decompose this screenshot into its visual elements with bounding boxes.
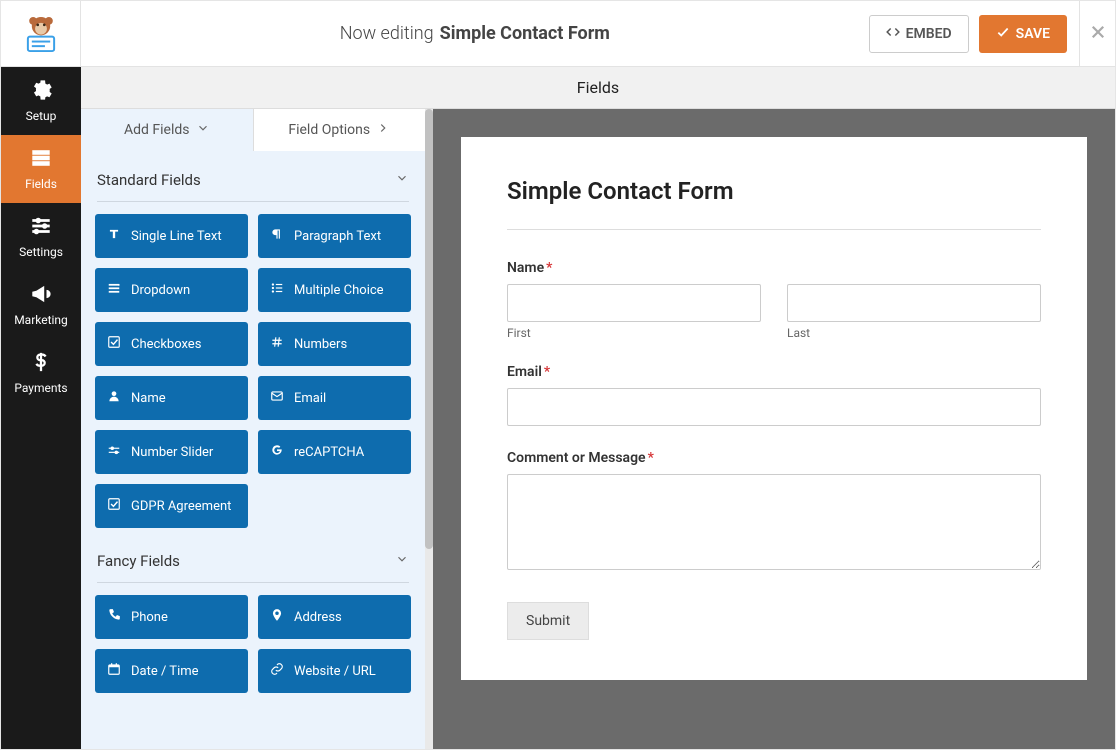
user-icon [107, 389, 121, 407]
tab-label: Add Fields [124, 122, 190, 138]
check-icon [107, 497, 121, 515]
megaphone-icon [30, 283, 52, 308]
field-button-label: Date / Time [131, 664, 199, 679]
chevron-right-icon [376, 121, 390, 139]
field-button-numbers[interactable]: Numbers [258, 322, 411, 366]
embed-button-label: EMBED [906, 26, 952, 42]
field-button-name[interactable]: Name [95, 376, 248, 420]
comment-label: Comment or Message* [507, 450, 1041, 466]
code-icon [886, 25, 900, 43]
paragraph-icon [270, 227, 284, 245]
form-title: Simple Contact Form [507, 177, 1041, 205]
field-button-date-time[interactable]: Date / Time [95, 649, 248, 693]
field-button-label: Dropdown [131, 283, 190, 298]
field-button-label: Number Slider [131, 445, 213, 460]
field-button-label: Phone [131, 610, 168, 625]
group-title: Fancy Fields [97, 552, 180, 570]
check-icon [107, 335, 121, 353]
field-button-label: Numbers [294, 337, 347, 352]
group-header-standard-fields[interactable]: Standard Fields [95, 151, 411, 201]
close-icon [1089, 23, 1107, 45]
dollar-icon [30, 351, 52, 376]
field-button-single-line-text[interactable]: Single Line Text [95, 214, 248, 258]
field-button-label: Website / URL [294, 664, 376, 679]
field-button-label: Name [131, 391, 166, 406]
field-button-label: Multiple Choice [294, 283, 384, 298]
chevron-down-icon [395, 171, 409, 189]
sidebar-item-label: Setup [26, 109, 57, 123]
field-button-checkboxes[interactable]: Checkboxes [95, 322, 248, 366]
tab-add-fields[interactable]: Add Fields [81, 109, 254, 151]
sidebar-item-payments[interactable]: Payments [1, 339, 81, 407]
field-button-number-slider[interactable]: Number Slider [95, 430, 248, 474]
sidebar-item-settings[interactable]: Settings [1, 203, 81, 271]
sidebar-item-label: Payments [14, 381, 67, 395]
field-button-recaptcha[interactable]: reCAPTCHA [258, 430, 411, 474]
sidebar-item-setup[interactable]: Setup [1, 67, 81, 135]
last-name-input[interactable] [787, 284, 1041, 322]
name-label: Name* [507, 260, 1041, 276]
email-input[interactable] [507, 388, 1041, 426]
text-icon [107, 227, 121, 245]
embed-button[interactable]: EMBED [869, 15, 969, 53]
panel-scrollbar[interactable] [425, 109, 433, 749]
now-editing-label: Now editing [340, 23, 434, 44]
sidebar-item-fields[interactable]: Fields [1, 135, 81, 203]
field-button-website-url[interactable]: Website / URL [258, 649, 411, 693]
page-title: Now editing Simple Contact Form [81, 23, 869, 44]
pin-icon [270, 608, 284, 626]
mail-icon [270, 389, 284, 407]
sidebar-item-label: Settings [19, 245, 63, 259]
gear-icon [30, 79, 52, 104]
google-icon [270, 443, 284, 461]
save-button-label: SAVE [1016, 26, 1050, 42]
tab-field-options[interactable]: Field Options [254, 109, 426, 151]
group-title: Standard Fields [97, 171, 201, 189]
list-icon [270, 281, 284, 299]
field-button-paragraph-text[interactable]: Paragraph Text [258, 214, 411, 258]
chevron-down-icon [196, 121, 210, 139]
sidebar-item-label: Marketing [14, 313, 68, 327]
field-button-label: GDPR Agreement [131, 499, 231, 514]
sliders-icon [30, 215, 52, 240]
calendar-icon [107, 662, 121, 680]
field-button-address[interactable]: Address [258, 595, 411, 639]
sidebar-item-marketing[interactable]: Marketing [1, 271, 81, 339]
form-name-label: Simple Contact Form [440, 23, 610, 44]
sidebar-item-label: Fields [25, 177, 57, 191]
submit-button[interactable]: Submit [507, 602, 589, 640]
field-button-label: Email [294, 391, 326, 406]
comment-textarea[interactable] [507, 474, 1041, 570]
chevron-down-icon [395, 552, 409, 570]
form-icon [30, 147, 52, 172]
first-name-sublabel: First [507, 326, 761, 340]
first-name-input[interactable] [507, 284, 761, 322]
group-header-fancy-fields[interactable]: Fancy Fields [95, 532, 411, 582]
field-button-dropdown[interactable]: Dropdown [95, 268, 248, 312]
check-icon [996, 25, 1010, 43]
field-button-label: Checkboxes [131, 337, 201, 352]
field-button-label: Paragraph Text [294, 229, 381, 244]
last-name-sublabel: Last [787, 326, 1041, 340]
link-icon [270, 662, 284, 680]
hash-icon [270, 335, 284, 353]
field-button-multiple-choice[interactable]: Multiple Choice [258, 268, 411, 312]
field-button-label: Single Line Text [131, 229, 222, 244]
tab-label: Field Options [288, 122, 370, 138]
close-button[interactable] [1079, 1, 1115, 67]
dropdown-icon [107, 281, 121, 299]
logo [1, 1, 81, 67]
field-button-gdpr-agreement[interactable]: GDPR Agreement [95, 484, 248, 528]
field-button-label: Address [294, 610, 342, 625]
form-preview: Simple Contact Form Name* First [461, 137, 1087, 680]
content-title: Fields [81, 67, 1115, 109]
save-button[interactable]: SAVE [979, 15, 1067, 53]
field-button-email[interactable]: Email [258, 376, 411, 420]
phone-icon [107, 608, 121, 626]
field-button-label: reCAPTCHA [294, 445, 364, 460]
email-label: Email* [507, 364, 1041, 380]
field-button-phone[interactable]: Phone [95, 595, 248, 639]
slider-icon [107, 443, 121, 461]
